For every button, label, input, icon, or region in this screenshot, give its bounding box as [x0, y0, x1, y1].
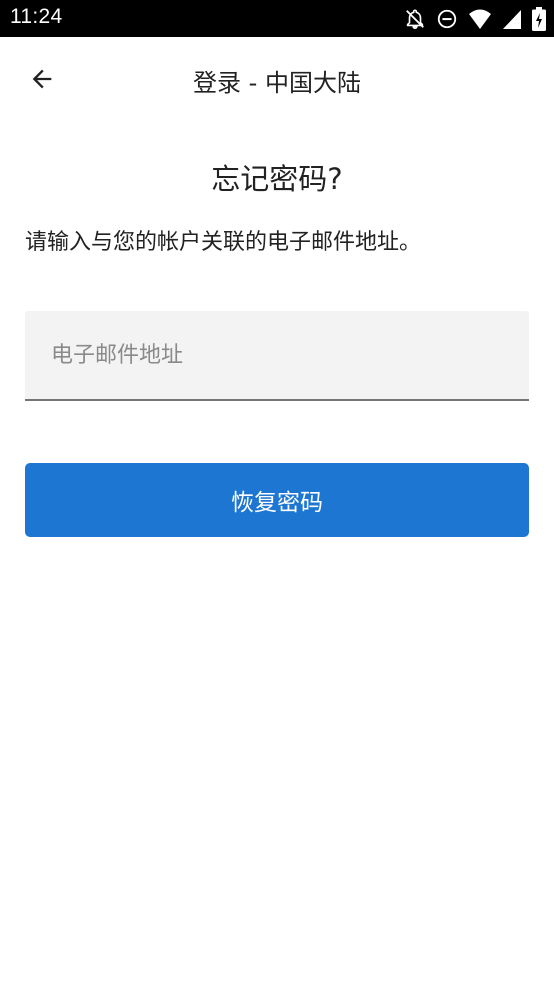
page-heading: 忘记密码?	[211, 162, 343, 196]
notifications-off-icon	[404, 8, 426, 30]
do-not-disturb-icon	[436, 8, 458, 30]
recover-password-button[interactable]: 恢复密码	[25, 463, 529, 537]
status-time: 11:24	[10, 5, 63, 28]
email-field[interactable]	[25, 311, 529, 399]
battery-charging-icon	[532, 7, 546, 31]
wifi-icon	[468, 8, 492, 30]
status-icons	[404, 6, 546, 32]
app-bar: 登录 - 中国大陆	[0, 37, 554, 125]
instructions-text: 请输入与您的帐户关联的电子邮件地址。	[25, 230, 422, 255]
signal-icon	[502, 8, 522, 30]
app-bar-title: 登录 - 中国大陆	[193, 69, 361, 97]
forgot-password-screen: 11:24 登录 - 中国大陆 忘记密码? 请输入与您的帐户关联的电子邮件地址。…	[0, 0, 554, 984]
status-bar: 11:24	[0, 0, 554, 37]
email-field-container	[25, 311, 529, 401]
